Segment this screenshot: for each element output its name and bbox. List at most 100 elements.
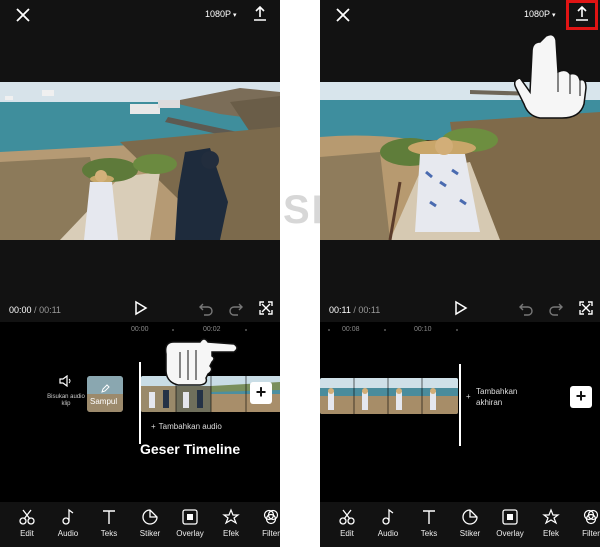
tool-label: Teks [420,529,438,538]
plus-icon: + [466,392,471,401]
tool-overlay[interactable]: Overlay [170,508,210,538]
cover-label: Sampul [90,397,118,406]
tick-label: 00:08 [342,326,360,333]
add-ending-label-line2: akhiran [476,398,503,407]
add-clip-button[interactable]: + [570,386,592,408]
overlay-icon [182,509,198,525]
total-duration: 00:11 [358,305,381,315]
speaker-icon [59,374,71,388]
add-audio-button[interactable]: + Tambahkan audio [151,422,222,431]
tool-effects[interactable]: Efek [211,508,251,538]
resolution-label: 1080P [524,9,551,19]
tool-label: Efek [222,529,239,538]
cover-button[interactable]: Sampul [87,376,123,412]
tool-edit[interactable]: Edit [7,508,47,538]
tick-label: 00:10 [414,326,432,333]
add-clip-button[interactable]: + [250,382,272,404]
tool-label: Filter [582,529,600,538]
tool-audio[interactable]: Audio [368,508,408,538]
caret-down-icon: ▾ [233,12,237,19]
tick-label: 00:00 [131,326,149,333]
bottom-toolbar: Edit Audio Teks Stiker Overlay Efek Filt… [0,502,280,547]
bottom-toolbar: Edit Audio Teks Stiker Overlay Efek Filt… [320,502,600,547]
tool-label: Audio [377,529,399,538]
filter-icon [263,509,279,525]
filter-icon [583,509,599,525]
undo-icon[interactable] [198,300,214,316]
tool-sticker[interactable]: Stiker [450,508,490,538]
tool-label: Edit [20,529,34,538]
time-display: 00:11 / 00:11 [329,305,380,315]
plus-icon: + [575,386,587,406]
text-icon [103,510,115,524]
mute-audio-button[interactable]: Bisukan audio klip [46,374,86,408]
play-icon[interactable] [132,300,148,316]
total-duration: 00:11 [39,305,61,315]
tool-audio[interactable]: Audio [48,508,88,538]
tick-dot [384,329,386,331]
play-icon[interactable] [452,300,468,316]
tick-dot [245,329,247,331]
video-preview[interactable] [0,82,280,240]
close-icon[interactable] [14,6,32,24]
resolution-label: 1080P [205,9,232,19]
export-highlight [566,0,598,30]
time-separator: / [34,305,37,315]
text-icon [423,510,435,524]
close-icon[interactable] [334,6,352,24]
resolution-selector[interactable]: 1080P ▾ [524,9,556,19]
editor-screen-left: 1080P ▾ 00:00 / 00:11 00:00 00:02 Bisuka… [0,0,280,547]
tool-sticker[interactable]: Stiker [130,508,170,538]
scissors-icon [19,509,35,525]
redo-icon[interactable] [228,300,244,316]
clip-thumbnails [320,378,458,414]
add-ending-label-line1: Tambahkan [476,387,518,396]
hand-pointer-icon [164,338,238,386]
tool-label: Stiker [459,529,481,538]
add-ending-button[interactable]: + Tambahkan akhiran [466,386,517,408]
effects-icon [542,508,560,525]
undo-icon[interactable] [518,300,534,316]
export-icon[interactable] [250,4,270,24]
video-clip-strip[interactable] [320,378,458,414]
resolution-selector[interactable]: 1080P ▾ [205,9,237,19]
music-note-icon [62,508,74,525]
tool-text[interactable]: Teks [89,508,129,538]
tool-filter[interactable]: Filter [251,508,280,538]
tool-label: Efek [542,529,559,538]
overlay-icon [502,509,518,525]
time-display: 00:00 / 00:11 [9,305,61,315]
current-time: 00:11 [329,305,351,315]
tool-label: Teks [100,529,118,538]
instruction-caption: Geser Timeline [140,441,241,457]
tool-label: Audio [57,529,79,538]
timeline[interactable]: 00:08 00:10 + Tambahkan akhiran + [320,322,600,502]
caret-down-icon: ▾ [552,12,556,19]
tool-label: Edit [340,529,354,538]
editor-screen-right: 1080P ▾ 00:11 / 00:11 00:08 00:10 + Tamb… [320,0,600,547]
tool-label: Overlay [496,529,524,538]
tool-text[interactable]: Teks [409,508,449,538]
tool-effects[interactable]: Efek [531,508,571,538]
time-separator: / [353,305,356,315]
plus-icon: + [151,422,156,431]
tool-filter[interactable]: Filter [571,508,600,538]
fullscreen-icon[interactable] [578,300,594,316]
scissors-icon [339,509,355,525]
sticker-icon [462,509,478,525]
tool-edit[interactable]: Edit [327,508,367,538]
fullscreen-icon[interactable] [258,300,274,316]
tick-dot [328,329,330,331]
current-time: 00:00 [9,305,32,315]
tool-label: Filter [262,529,280,538]
redo-icon[interactable] [548,300,564,316]
hand-pointer-icon [513,33,587,119]
playhead[interactable] [139,362,141,444]
mute-audio-label: Bisukan audio klip [47,394,85,407]
pencil-icon [101,384,110,393]
tool-overlay[interactable]: Overlay [490,508,530,538]
add-audio-label: Tambahkan audio [158,422,222,431]
effects-icon [222,508,240,525]
playhead[interactable] [459,364,461,446]
music-note-icon [382,508,394,525]
